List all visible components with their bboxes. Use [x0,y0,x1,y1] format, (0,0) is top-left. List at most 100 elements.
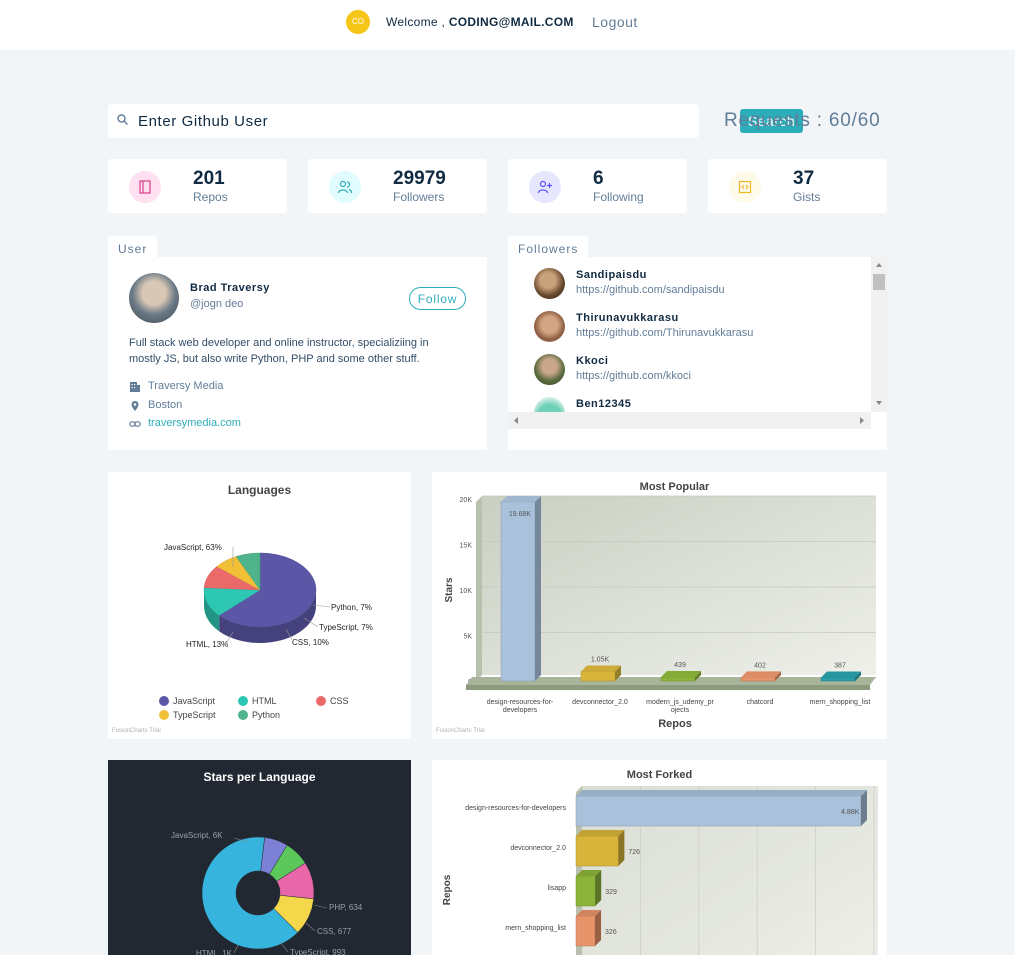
bar-top [576,790,867,796]
stat-card-gists: 37 Gists [708,159,887,213]
pie-data-label: Python, 7% [331,603,372,612]
follower-url[interactable]: https://github.com/kkoci [576,370,691,382]
bar-value-label: 326 [605,929,617,936]
y-tick-label: 20K [460,497,473,504]
trial-watermark: FusionCharts Trial [436,728,485,734]
location-pin-icon [131,401,139,411]
building-icon [130,382,140,392]
link-icon [129,421,141,427]
legend-item-python: Python [252,710,280,720]
stat-card-following: 6 Following [508,159,687,213]
doughnut-data-label: HTML, 1K [196,949,233,955]
followers-list[interactable]: Sandipaisdu https://github.com/sandipais… [508,257,871,412]
legend-item-html: HTML [252,696,277,706]
most-forked-chart-card: Most Forked 4.88K design-resources-for-de… [432,760,887,955]
scrollbar-graphics [514,417,864,424]
follower-item[interactable]: Sandipaisdu https://github.com/sandipais… [534,268,864,300]
bar-value-label: 402 [754,662,766,669]
user-email: CODING@MAIL.COM [448,15,574,29]
bar-value-label: 4.88K [841,809,860,816]
chart-floor-edge [466,685,870,690]
doughnut-leader-line [305,922,316,932]
bar-value-label: 387 [834,662,846,669]
stat-icon-circle [529,171,561,203]
bar-side [535,495,541,681]
legend-marker [238,710,248,720]
stat-value: 6 [593,168,604,189]
y-axis-label: Repos [442,874,453,905]
stat-value: 29979 [393,168,446,189]
y-tick-label: mern_shopping_list [505,925,566,932]
horizontal-scrollbar[interactable] [508,412,871,429]
vertical-scrollbar[interactable] [871,257,887,412]
logout-button[interactable]: Logout [592,14,638,30]
pie-data-label: CSS, 10% [292,638,329,647]
follower-item[interactable]: Ben12345 [534,397,864,412]
x-tick-label: modern_js_udemy_pr [646,699,714,706]
x-tick-label: developers [503,707,538,714]
stat-value: 201 [193,168,225,189]
x-tick-label: ojects [671,707,690,714]
y-tick-label: design-resources-for-developers [465,805,566,812]
stars-per-language-doughnut-chart: JavaScript, 6K PHP, 634 CSS, 677 TypeScript… [171,831,363,955]
bar [820,677,856,682]
stat-label: Gists [793,190,821,204]
bar-top [581,665,621,672]
follower-item[interactable]: Thirunavukkarasu https://github.com/Thir… [534,311,864,343]
follow-button[interactable]: Follow [409,287,466,310]
stat-icon-circle [129,171,161,203]
y-axis-label: Stars [444,577,455,602]
welcome-text: Welcome , CODING@MAIL.COM [386,15,574,29]
bar [575,835,619,867]
legend-item-typescript: TypeScript [173,710,216,720]
x-tick-label: chatcord [747,699,774,706]
bar-value-label: 726 [628,849,640,856]
bar-value-label: 439 [674,662,686,669]
x-tick-label: devconnector_2.0 [572,699,628,706]
stat-label: Repos [193,190,228,204]
most-popular-bar-chart: 05K10K15K20K19.68Kdesign-resources-for-d… [444,495,876,730]
bar [575,875,596,907]
bar-value-label: 19.68K [509,511,532,518]
search-input[interactable] [138,111,618,131]
follower-avatar [534,354,565,385]
pie-data-label: HTML, 13% [186,640,228,649]
bar-top [661,671,701,678]
stars-per-language-chart-card: Stars per Language JavaScript, 6K PHP, 63… [108,760,411,955]
doughnut-data-label: JavaScript, 6K [171,831,223,840]
bar-side [595,870,602,906]
bar [500,501,536,682]
legend-marker [159,710,169,720]
user-blog-link[interactable]: traversymedia.com [148,417,241,429]
stat-label: Following [593,190,644,204]
user-avatar [129,273,179,323]
bar [740,677,776,682]
legend-item-css: CSS [330,696,349,706]
scroll-right-arrow-icon [860,417,864,424]
doughnut-data-label: PHP, 634 [329,903,363,912]
doughnut-data-label: CSS, 677 [317,927,352,936]
legend-item-javascript: JavaScript [173,696,216,706]
languages-pie-chart: JavaScript, 63% Python, 7% CSS, 10% TypeScr… [159,543,373,720]
chart-side-wall [476,496,482,681]
top-navbar: CO Welcome , CODING@MAIL.COM Logout [0,0,1015,50]
user-tab-label: User [108,236,158,258]
user-location-text: Boston [148,399,183,411]
user-name: Brad Traversy [190,282,270,294]
follower-url[interactable]: https://github.com/Thirunavukkarasu [576,327,753,339]
follower-url[interactable]: https://github.com/sandipaisdu [576,284,725,296]
follower-avatar [534,397,565,412]
follower-item[interactable]: Kkoci https://github.com/kkoci [534,354,864,386]
followers-tab-label: Followers [508,236,589,258]
search-bar: Search [108,104,803,138]
pie-data-label: JavaScript, 63% [164,543,222,552]
most-popular-chart-card: Most Popular 05K10K15K20K19.68Kdesign-re… [432,472,887,739]
pie-data-label: TypeScript, 7% [319,623,373,632]
legend-marker [238,696,248,706]
legend-marker [159,696,169,706]
languages-chart-card: Languages JavaScript, 63% Python, 7% CSS, … [108,472,411,739]
user-bio: Full stack web developer and online inst… [129,337,429,365]
user-company-text: Traversy Media [148,380,224,392]
x-tick-label: design-resources-for- [487,699,554,706]
scroll-left-arrow-icon [514,417,518,424]
